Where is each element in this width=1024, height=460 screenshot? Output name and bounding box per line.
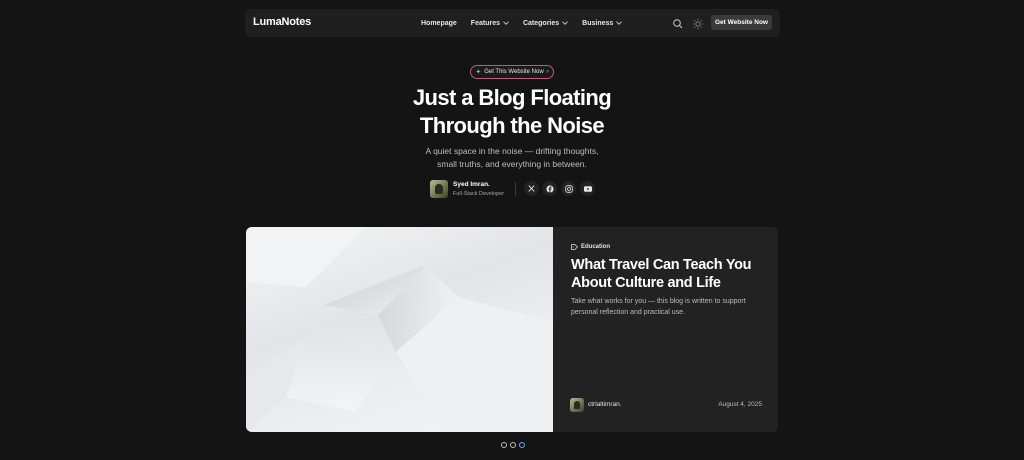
post-excerpt: Take what works for you — this blog is w… bbox=[571, 298, 746, 316]
post-title[interactable]: What Travel Can Teach You About Culture … bbox=[571, 256, 771, 292]
featured-post-card[interactable]: Education What Travel Can Teach You Abou… bbox=[246, 227, 778, 432]
youtube-link[interactable] bbox=[580, 181, 595, 196]
get-website-pill[interactable]: ✦ Get This Website Now › bbox=[470, 65, 554, 79]
chevron-down-icon bbox=[503, 21, 509, 25]
sparkle-icon: ✦ bbox=[475, 69, 482, 76]
chevron-down-icon bbox=[616, 21, 623, 25]
hero-subtitle: A quiet space in the noise — drifting th… bbox=[392, 145, 632, 171]
hero-subtitle-line-1: A quiet space in the noise — drifting th… bbox=[425, 146, 599, 156]
featured-post-image[interactable] bbox=[246, 227, 553, 432]
nav-link-label: Categories bbox=[522, 19, 560, 27]
featured-post-body: Education What Travel Can Teach You Abou… bbox=[553, 227, 778, 432]
navbar: LumaNotes Homepage Features Categories B… bbox=[245, 9, 780, 37]
carousel-dot-1[interactable] bbox=[501, 442, 507, 448]
youtube-icon bbox=[583, 185, 592, 192]
sun-icon bbox=[692, 18, 704, 30]
carousel-dot-2[interactable] bbox=[510, 442, 516, 448]
facebook-link[interactable] bbox=[542, 181, 557, 196]
facebook-icon bbox=[545, 184, 554, 193]
hero-title-line-2: Through the Noise bbox=[419, 113, 605, 138]
chevron-right-icon: › bbox=[546, 69, 549, 75]
carousel-dots bbox=[501, 442, 528, 448]
tag-icon bbox=[571, 244, 578, 250]
instagram-icon bbox=[564, 184, 573, 193]
get-website-button[interactable]: Get Website Now bbox=[711, 15, 772, 30]
author-name[interactable]: Syed Imran. bbox=[453, 181, 490, 188]
nav-links: Homepage Features Categories Business bbox=[421, 9, 636, 37]
post-author-avatar[interactable] bbox=[570, 398, 584, 412]
chevron-down-icon bbox=[562, 21, 568, 25]
nav-link-business[interactable]: Business bbox=[582, 19, 623, 27]
search-button[interactable] bbox=[672, 17, 684, 29]
nav-link-categories[interactable]: Categories bbox=[523, 20, 568, 27]
abstract-folds-image bbox=[246, 227, 553, 432]
post-category-label: Education bbox=[581, 244, 611, 250]
author-divider bbox=[515, 182, 516, 196]
hero-title: Just a Blog Floating Through the Noise bbox=[312, 84, 712, 140]
instagram-link[interactable] bbox=[561, 181, 576, 196]
hero-title-line-1: Just a Blog Floating bbox=[412, 85, 612, 110]
post-date: August 4, 2025 bbox=[718, 401, 762, 408]
theme-toggle-button[interactable] bbox=[692, 17, 704, 30]
hero-subtitle-line-2: small truths, and everything in between. bbox=[437, 159, 587, 169]
brand-logo[interactable]: LumaNotes bbox=[253, 16, 311, 28]
search-icon bbox=[673, 19, 683, 29]
nav-link-label: Features bbox=[470, 19, 500, 27]
author-role: Full-Stack Developer bbox=[453, 191, 505, 197]
pill-label: Get This Website Now bbox=[484, 69, 544, 75]
nav-link-label: Homepage bbox=[421, 19, 457, 27]
post-author[interactable]: ctrlaltimran. bbox=[588, 401, 622, 408]
post-category[interactable]: Education bbox=[571, 244, 610, 250]
carousel-dot-3[interactable] bbox=[519, 442, 525, 448]
x-icon bbox=[528, 185, 535, 192]
nav-link-features[interactable]: Features bbox=[471, 20, 509, 27]
nav-link-label: Business bbox=[582, 19, 614, 27]
nav-link-homepage[interactable]: Homepage bbox=[421, 20, 457, 27]
x-link[interactable] bbox=[524, 181, 539, 196]
author-avatar[interactable] bbox=[430, 180, 448, 198]
